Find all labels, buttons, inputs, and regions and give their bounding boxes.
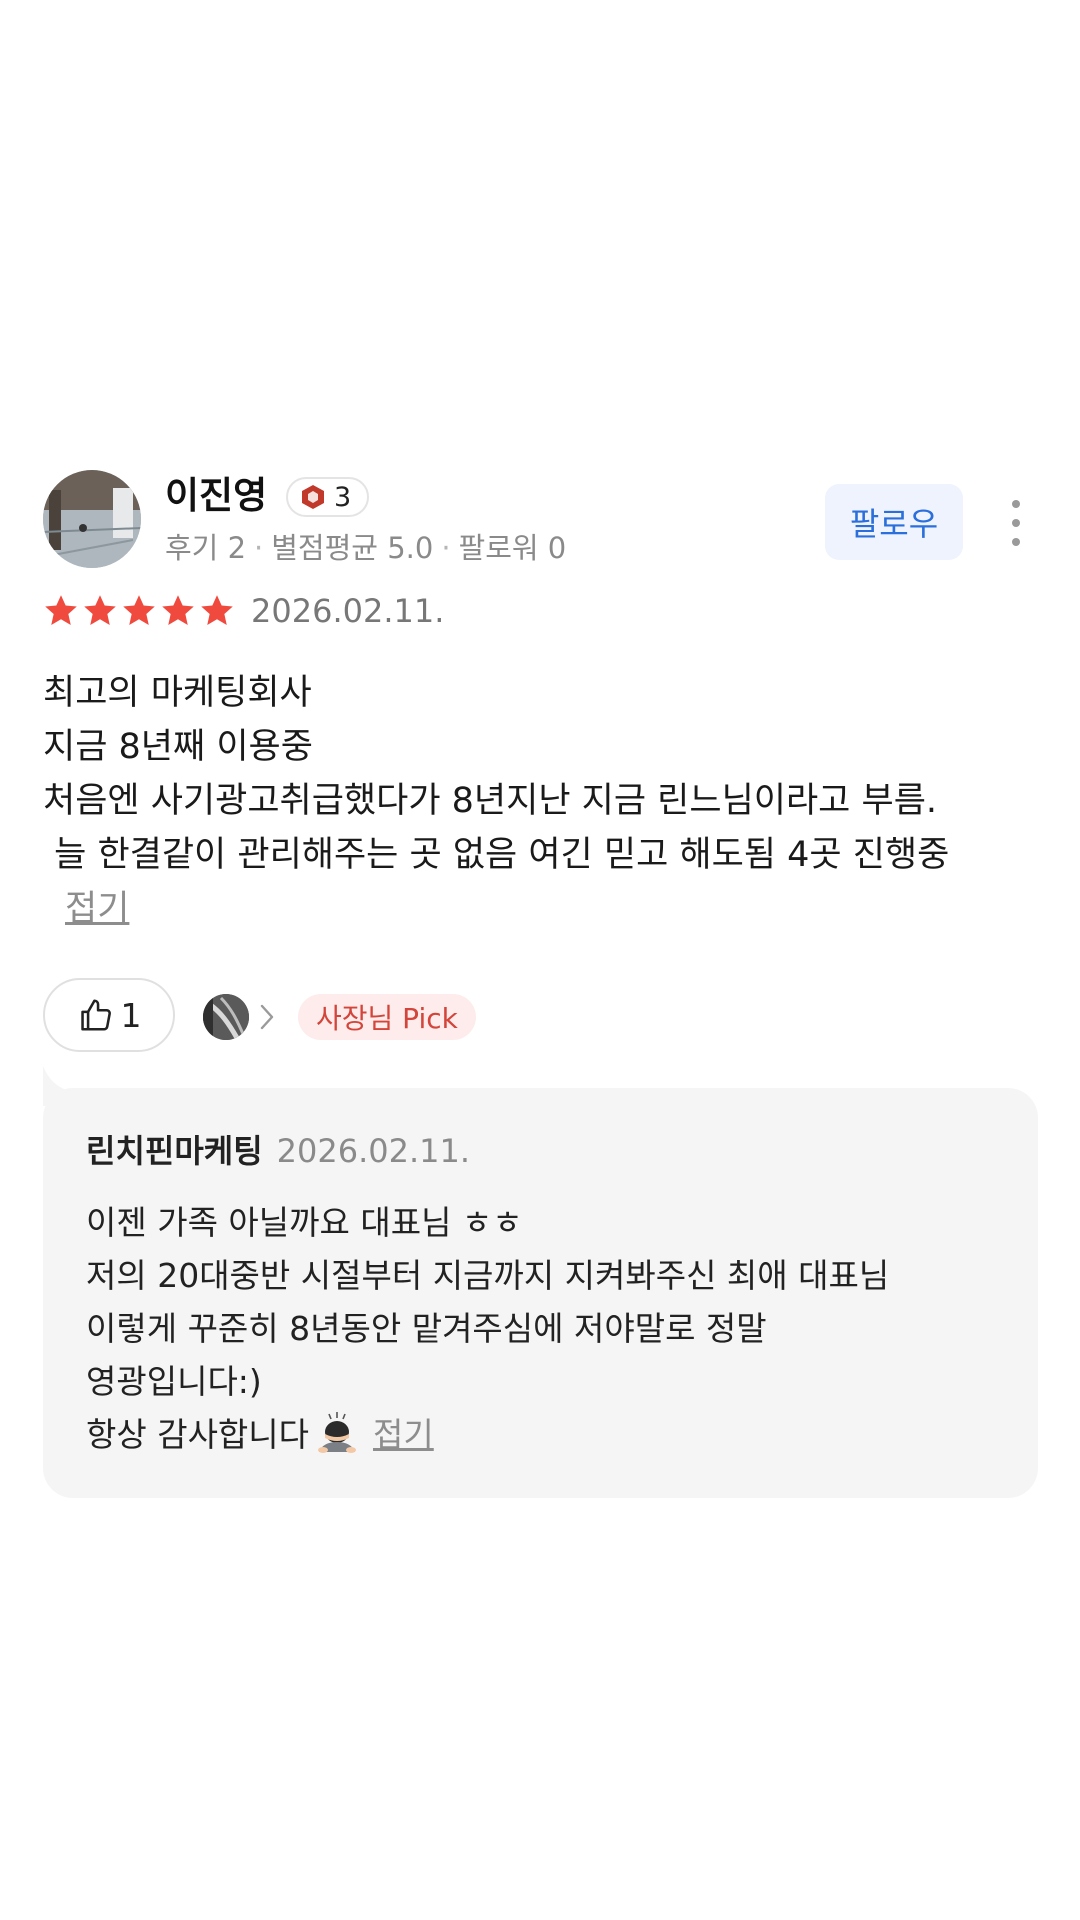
reply-header: 린치핀마케팅 2026.02.11. [86, 1128, 470, 1174]
liker-avatar[interactable] [203, 994, 249, 1040]
level-hexagon-icon [302, 485, 324, 509]
user-name[interactable]: 이진영 [165, 472, 267, 520]
reply-collapse-link[interactable]: 접기 [373, 1408, 434, 1461]
user-level-badge: 3 [286, 477, 370, 517]
user-stats: 후기 2 · 별점평균 5.0 · 팔로워 0 [165, 528, 566, 568]
star-icon [123, 595, 155, 625]
chevron-right-icon[interactable] [257, 1000, 277, 1034]
review-collapse-link[interactable]: 접기 [65, 882, 129, 936]
like-count: 1 [120, 995, 142, 1035]
user-level: 3 [334, 481, 352, 513]
reply-author[interactable]: 린치핀마케팅 [86, 1132, 263, 1170]
reply-line: 항상 감사합니다 [86, 1415, 310, 1454]
separator-dot: · [254, 531, 264, 565]
star-icon [45, 595, 77, 625]
reply-line: 이렇게 꾸준히 8년동안 맡겨주심에 저야말로 정말 [86, 1309, 767, 1348]
owner-pick-badge: 사장님 Pick [298, 994, 476, 1040]
reply-tail-shape [43, 1066, 73, 1106]
reply-last-line: 항상 감사합니다 접기 [86, 1408, 1006, 1461]
user-avatar[interactable] [43, 470, 141, 568]
reply-line: 이젠 가족 아닐까요 대표님 ㅎㅎ [86, 1203, 523, 1242]
star-rating [43, 593, 235, 629]
separator-dot: · [441, 531, 451, 565]
review-line: 처음엔 사기광고취급했다가 8년지난 지금 린느님이라고 부름. [43, 781, 938, 821]
like-button[interactable]: 1 [43, 978, 175, 1052]
follow-button[interactable]: 팔로우 [825, 484, 963, 560]
average-rating: 별점평균 5.0 [271, 531, 434, 565]
review-body: 최고의 마케팅회사 지금 8년째 이용중 처음엔 사기광고취급했다가 8년지난 … [43, 666, 1038, 936]
review-line: 최고의 마케팅회사 [43, 673, 312, 713]
star-icon [84, 595, 116, 625]
person-bowing-icon [318, 1412, 357, 1453]
reply-line: 저의 20대중반 시절부터 지금까지 지켜봐주신 최애 대표님 [86, 1256, 890, 1295]
follower-count: 팔로워 0 [458, 531, 567, 565]
rating-row: 2026.02.11. [43, 592, 444, 630]
reply-line: 영광입니다:) [86, 1362, 262, 1401]
star-icon [162, 595, 194, 625]
review-date: 2026.02.11. [251, 592, 445, 630]
review-line: 지금 8년째 이용중 [43, 727, 313, 767]
review-count: 후기 2 [165, 531, 247, 565]
owner-reply: 린치핀마케팅 2026.02.11. 이젠 가족 아닐까요 대표님 ㅎㅎ 저의 2… [43, 1066, 1038, 1498]
thumbs-up-icon [80, 999, 111, 1031]
star-icon [201, 595, 233, 625]
review-line: 늘 한결같이 관리해주는 곳 없음 여긴 믿고 해도됨 4곳 진행중 [43, 835, 950, 875]
reply-date: 2026.02.11. [276, 1132, 471, 1170]
reply-body: 이젠 가족 아닐까요 대표님 ㅎㅎ 저의 20대중반 시절부터 지금까지 지켜봐… [86, 1196, 1006, 1461]
more-options-icon[interactable] [1001, 500, 1031, 546]
